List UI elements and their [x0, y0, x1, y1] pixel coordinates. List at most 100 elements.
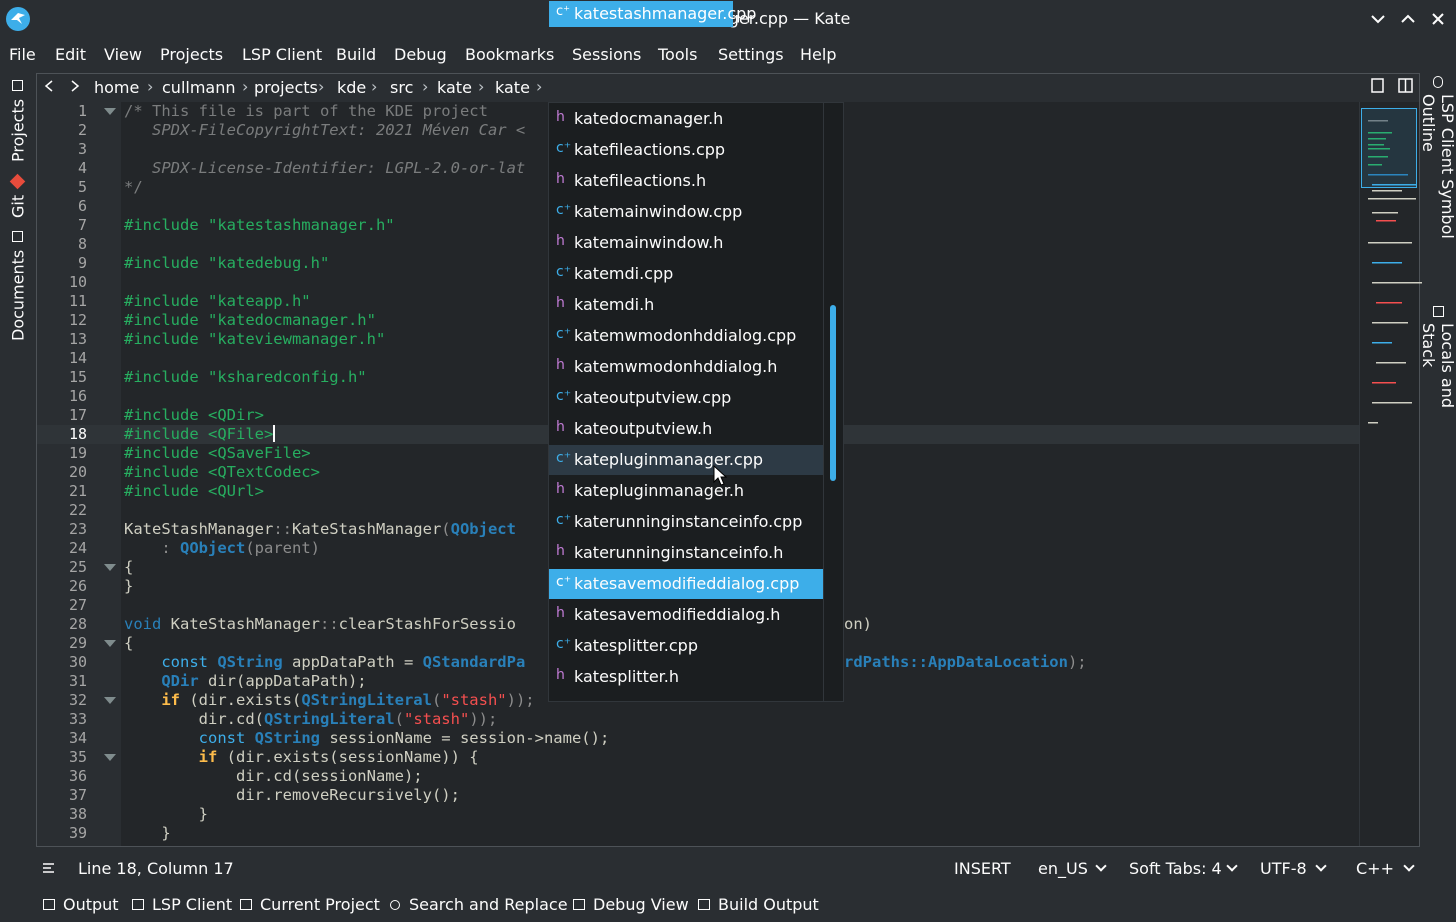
code-line[interactable]: KateStashManager::KateStashManager(QObje… — [124, 520, 516, 538]
dropdown-file-item[interactable]: h katedocmanager.h — [549, 104, 823, 134]
menu-lsp-client[interactable]: LSP Client — [242, 45, 322, 64]
code-line[interactable]: /* This file is part of the KDE project — [124, 102, 488, 120]
encoding-select[interactable]: UTF-8 — [1260, 859, 1307, 878]
menu-tools[interactable]: Tools — [658, 45, 697, 64]
menu-projects[interactable]: Projects — [160, 45, 223, 64]
code-line[interactable]: SPDX-FileCopyrightText: 2021 Méven Car < — [124, 121, 525, 139]
sidebar-tab-documents[interactable]: Documents — [0, 230, 36, 342]
dropdown-file-item[interactable]: h kateoutputview.h — [549, 414, 823, 444]
breadcrumb-item[interactable]: projects — [254, 78, 318, 97]
code-line[interactable]: dir.cd(sessionName); — [124, 767, 423, 785]
breadcrumb-item[interactable]: cullmann — [162, 78, 236, 97]
code-line[interactable]: } — [124, 805, 208, 823]
code-line[interactable]: : QObject(parent) — [124, 539, 320, 557]
minimize-icon[interactable] — [1367, 8, 1389, 30]
code-line[interactable]: { — [124, 634, 133, 652]
language-select[interactable]: C++ — [1356, 859, 1394, 878]
code-line[interactable]: */ — [124, 178, 143, 196]
code-line[interactable]: #include "kateapp.h" — [124, 292, 311, 310]
code-line[interactable]: const QString appDataPath = QStandardPa — [124, 653, 525, 671]
indent-select[interactable]: Soft Tabs: 4 — [1129, 859, 1222, 878]
back-icon[interactable] — [44, 78, 54, 97]
dropdown-file-item[interactable]: c⁺ katesplitter.cpp — [549, 631, 823, 661]
minimap-viewport[interactable] — [1361, 108, 1417, 188]
sidebar-tab-git[interactable]: Git — [0, 172, 36, 222]
menu-debug[interactable]: Debug — [394, 45, 447, 64]
dropdown-file-item[interactable]: c⁺ katemdi.cpp — [549, 259, 823, 289]
breadcrumb-item[interactable]: kate — [437, 78, 472, 97]
code-line[interactable]: SPDX-License-Identifier: LGPL-2.0-or-lat — [124, 159, 525, 177]
dropdown-file-item[interactable]: h katepluginmanager.h — [549, 476, 823, 506]
split-view-icon[interactable] — [1398, 78, 1414, 98]
menu-view[interactable]: View — [104, 45, 142, 64]
code-line[interactable]: void KateStashManager::clearStashForSess… — [124, 615, 516, 633]
fold-marker-icon[interactable] — [104, 108, 116, 115]
dropdown-file-item[interactable]: c⁺ katerunninginstanceinfo.cpp — [549, 507, 823, 537]
breadcrumb-item[interactable]: kde — [337, 78, 366, 97]
tool-tab-current-project[interactable]: Current Project — [240, 895, 380, 914]
code-line[interactable]: } — [124, 824, 170, 842]
code-line[interactable]: #include "katedocmanager.h" — [124, 311, 376, 329]
dropdown-file-item[interactable]: h katemdi.h — [549, 290, 823, 320]
maximize-icon[interactable] — [1397, 8, 1419, 30]
tool-tab-output[interactable]: Output — [43, 895, 119, 914]
cursor-position[interactable]: Line 18, Column 17 — [78, 859, 234, 878]
forward-icon[interactable] — [70, 78, 80, 97]
menu-file[interactable]: File — [9, 45, 36, 64]
code-line[interactable]: } — [124, 577, 133, 595]
code-line[interactable]: #include "katedebug.h" — [124, 254, 329, 272]
dropdown-file-item[interactable]: h katerunninginstanceinfo.h — [549, 538, 823, 568]
menu-settings[interactable]: Settings — [718, 45, 784, 64]
dropdown-file-item[interactable]: h katemwmodonhddialog.h — [549, 352, 823, 382]
input-mode[interactable]: INSERT — [954, 859, 1011, 878]
menu-build[interactable]: Build — [336, 45, 376, 64]
menu-help[interactable]: Help — [800, 45, 836, 64]
dropdown-file-item[interactable]: h katesavemodifieddialog.h — [549, 600, 823, 630]
dropdown-file-item[interactable]: c⁺ katefileactions.cpp — [549, 135, 823, 165]
code-line[interactable]: #include "kateviewmanager.h" — [124, 330, 385, 348]
code-line[interactable]: if (dir.exists(sessionName)) { — [124, 748, 479, 766]
dropdown-scrollbar-track[interactable] — [823, 102, 824, 702]
sidebar-tab-projects[interactable]: Projects — [0, 76, 36, 166]
fold-marker-icon[interactable] — [104, 754, 116, 761]
fold-marker-icon[interactable] — [104, 697, 116, 704]
dropdown-file-item[interactable]: h katefileactions.h — [549, 166, 823, 196]
code-line-tail[interactable]: rdPaths::AppDataLocation); — [844, 653, 1087, 671]
dictionary-select[interactable]: en_US — [1038, 859, 1088, 878]
dropdown-file-item[interactable]: c⁺ katesavemodifieddialog.cpp — [549, 569, 823, 599]
code-line[interactable]: #include "ksharedconfig.h" — [124, 368, 367, 386]
new-file-icon[interactable] — [1371, 78, 1385, 98]
dropdown-file-item[interactable]: h katemainwindow.h — [549, 228, 823, 258]
code-line[interactable]: #include <QFile> — [124, 425, 276, 443]
breadcrumb-item[interactable]: home — [94, 78, 139, 97]
menu-edit[interactable]: Edit — [55, 45, 86, 64]
breadcrumb-item[interactable]: src — [390, 78, 413, 97]
code-line[interactable]: if (dir.exists(QStringLiteral("stash")); — [124, 691, 534, 709]
sidebar-tab-symbol-outline[interactable]: LSP Client Symbol Outline — [1419, 76, 1456, 298]
menu-bookmarks[interactable]: Bookmarks — [465, 45, 554, 64]
code-line[interactable]: #include <QDir> — [124, 406, 264, 424]
code-line[interactable]: dir.removeRecursively(); — [124, 786, 460, 804]
tool-tab-debug-view[interactable]: Debug View — [573, 895, 689, 914]
breadcrumb-active-file[interactable]: c⁺ katestashmanager.cpp — [549, 1, 756, 27]
dropdown-file-item[interactable]: c⁺ kateoutputview.cpp — [549, 383, 823, 413]
breadcrumb-item[interactable]: kate — [495, 78, 530, 97]
code-line-tail[interactable]: on) — [844, 615, 872, 633]
tool-tab-lsp-client[interactable]: LSP Client — [132, 895, 232, 914]
sidebar-tab-locals-stack[interactable]: Locals and Stack — [1419, 306, 1456, 454]
dropdown-file-item[interactable]: h katesplitter.h — [549, 662, 823, 692]
tool-tab-search-replace[interactable]: Search and Replace — [390, 895, 568, 914]
dropdown-file-item[interactable]: c⁺ katemainwindow.cpp — [549, 197, 823, 227]
code-line[interactable]: { — [124, 558, 133, 576]
code-line[interactable]: const QString sessionName = session->nam… — [124, 729, 610, 747]
menu-sessions[interactable]: Sessions — [572, 45, 641, 64]
fold-marker-icon[interactable] — [104, 564, 116, 571]
close-icon[interactable] — [1427, 8, 1449, 30]
code-line[interactable]: #include <QSaveFile> — [124, 444, 311, 462]
code-line[interactable]: dir.cd(QStringLiteral("stash")); — [124, 710, 498, 728]
minimap[interactable] — [1359, 102, 1422, 846]
dropdown-file-item[interactable]: c⁺ katemwmodonhddialog.cpp — [549, 321, 823, 351]
code-line[interactable]: QDir dir(appDataPath); — [124, 672, 366, 690]
fold-marker-icon[interactable] — [104, 640, 116, 647]
dropdown-scrollbar-thumb[interactable] — [830, 305, 836, 481]
